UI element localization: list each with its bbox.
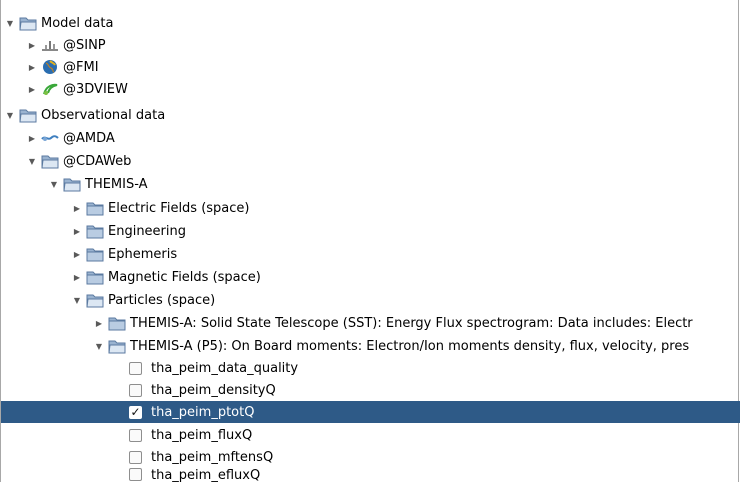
collapsed-arrow-icon[interactable]: ▶ xyxy=(27,40,37,50)
param-label: tha_peim_ptotQ xyxy=(151,404,255,420)
tree-node-p5[interactable]: ▼ THEMIS-A (P5): On Board moments: Elect… xyxy=(1,335,740,357)
expanded-arrow-icon[interactable]: ▼ xyxy=(49,179,59,189)
expanded-arrow-icon[interactable]: ▼ xyxy=(5,18,15,28)
open-folder-icon xyxy=(63,176,81,192)
tree-node-label: @AMDA xyxy=(63,130,115,146)
param-row[interactable]: tha_peim_efluxQ xyxy=(1,467,740,483)
expanded-arrow-icon[interactable]: ▼ xyxy=(94,341,104,351)
3dview-logo-icon xyxy=(41,81,59,97)
tree-node-label: THEMIS-A (P5): On Board moments: Electro… xyxy=(130,338,690,354)
param-row[interactable]: tha_peim_mftensQ xyxy=(1,446,740,468)
param-label: tha_peim_data_quality xyxy=(151,360,299,376)
tree-node-model-data[interactable]: ▼ Model data xyxy=(1,12,740,34)
sinp-logo-icon xyxy=(41,37,59,53)
tree-node-ephemeris[interactable]: ▶ Ephemeris xyxy=(1,243,740,265)
folder-icon xyxy=(86,200,104,216)
collapsed-arrow-icon[interactable]: ▶ xyxy=(27,133,37,143)
tree-node-engineering[interactable]: ▶ Engineering xyxy=(1,220,740,242)
param-row-selected[interactable]: ✓ tha_peim_ptotQ xyxy=(1,401,740,423)
tree-node-3dview[interactable]: ▶ @3DVIEW xyxy=(1,78,740,100)
param-row[interactable]: tha_peim_fluxQ xyxy=(1,424,740,446)
param-checkbox[interactable] xyxy=(129,383,142,397)
param-checkbox[interactable] xyxy=(129,450,142,464)
param-checkbox[interactable] xyxy=(129,428,142,442)
tree-node-label: Engineering xyxy=(108,223,186,239)
collapsed-arrow-icon[interactable]: ▶ xyxy=(94,318,104,328)
param-label: tha_peim_mftensQ xyxy=(151,449,274,465)
tree-node-sinp[interactable]: ▶ @SINP xyxy=(1,34,740,56)
tree-node-cdaweb[interactable]: ▼ @CDAWeb xyxy=(1,150,740,172)
param-label: tha_peim_densityQ xyxy=(151,382,276,398)
tree-node-sst[interactable]: ▶ THEMIS-A: Solid State Telescope (SST):… xyxy=(1,312,740,334)
collapsed-arrow-icon[interactable]: ▶ xyxy=(72,226,82,236)
collapsed-arrow-icon[interactable]: ▶ xyxy=(72,203,82,213)
tree-node-electric-fields[interactable]: ▶ Electric Fields (space) xyxy=(1,197,740,219)
tree-node-label: Model data xyxy=(41,15,114,31)
param-label: tha_peim_fluxQ xyxy=(151,427,253,443)
expanded-arrow-icon[interactable]: ▼ xyxy=(5,110,15,120)
tree-node-label: THEMIS-A: Solid State Telescope (SST): E… xyxy=(130,315,693,331)
param-checkbox[interactable] xyxy=(129,468,142,481)
collapsed-arrow-icon[interactable]: ▶ xyxy=(72,249,82,259)
tree-node-label: @SINP xyxy=(63,37,106,53)
fmi-globe-icon xyxy=(41,59,59,75)
tree-node-label: Magnetic Fields (space) xyxy=(108,269,261,285)
tree-node-particles[interactable]: ▼ Particles (space) xyxy=(1,289,740,311)
tree-node-label: Particles (space) xyxy=(108,292,216,308)
open-folder-icon xyxy=(19,15,37,31)
tree-node-fmi[interactable]: ▶ @FMI xyxy=(1,56,740,78)
open-folder-icon xyxy=(108,338,126,354)
tree-node-label: @FMI xyxy=(63,59,99,75)
expanded-arrow-icon[interactable]: ▼ xyxy=(27,156,37,166)
open-folder-icon xyxy=(41,153,59,169)
param-row[interactable]: tha_peim_data_quality xyxy=(1,357,740,379)
tree-node-label: Ephemeris xyxy=(108,246,178,262)
tree-node-label: Electric Fields (space) xyxy=(108,200,250,216)
tree-node-label: @CDAWeb xyxy=(63,153,132,169)
amda-logo-icon xyxy=(41,130,59,146)
folder-icon xyxy=(86,269,104,285)
param-checkbox-checked[interactable]: ✓ xyxy=(129,405,142,419)
tree-node-themis-a[interactable]: ▼ THEMIS-A xyxy=(1,173,740,195)
collapsed-arrow-icon[interactable]: ▶ xyxy=(27,84,37,94)
collapsed-arrow-icon[interactable]: ▶ xyxy=(27,62,37,72)
folder-icon xyxy=(86,246,104,262)
tree-node-amda[interactable]: ▶ @AMDA xyxy=(1,127,740,149)
param-checkbox[interactable] xyxy=(129,361,142,375)
param-row[interactable]: tha_peim_densityQ xyxy=(1,379,740,401)
tree-panel: ▼ Model data ▶ @SINP ▶ @FMI ▶ @3DVIEW ▼ … xyxy=(0,0,740,483)
tree-node-observational-data[interactable]: ▼ Observational data xyxy=(1,104,740,126)
tree-node-label: THEMIS-A xyxy=(85,176,148,192)
param-label: tha_peim_efluxQ xyxy=(151,468,261,483)
open-folder-icon xyxy=(19,107,37,123)
collapsed-arrow-icon[interactable]: ▶ xyxy=(72,272,82,282)
folder-icon xyxy=(86,223,104,239)
tree-node-label: @3DVIEW xyxy=(63,81,128,97)
open-folder-icon xyxy=(86,292,104,308)
folder-icon xyxy=(108,315,126,331)
expanded-arrow-icon[interactable]: ▼ xyxy=(72,295,82,305)
tree-node-magnetic-fields[interactable]: ▶ Magnetic Fields (space) xyxy=(1,266,740,288)
tree-node-label: Observational data xyxy=(41,107,166,123)
